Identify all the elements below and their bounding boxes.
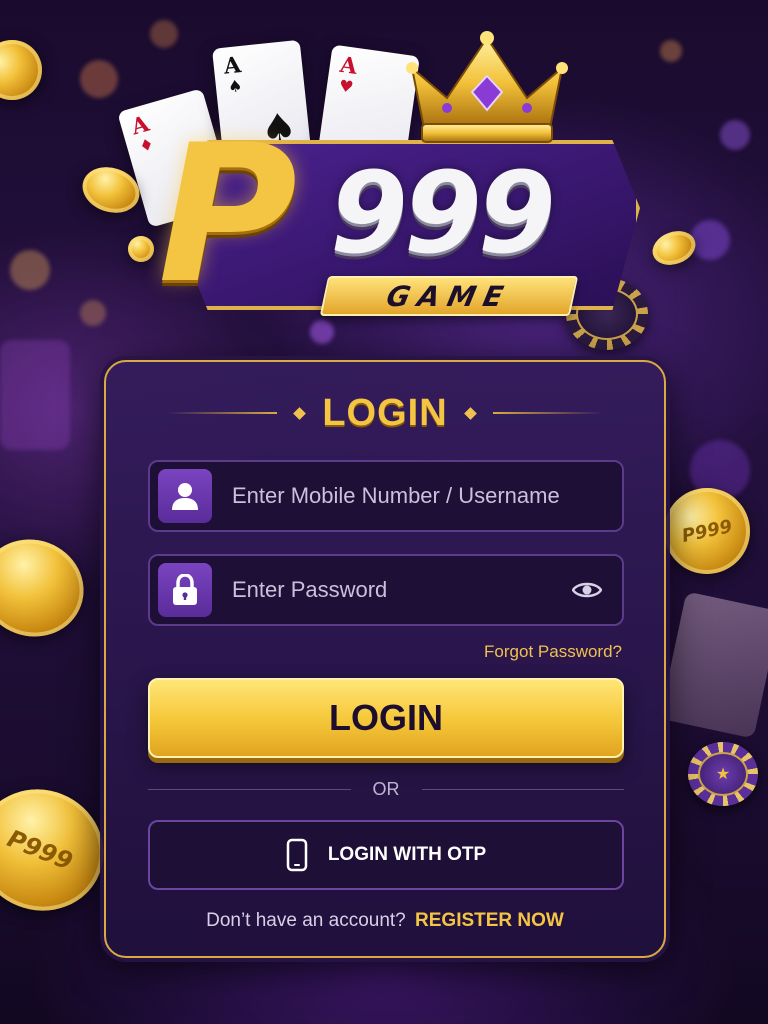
background-card bbox=[659, 591, 768, 739]
password-field bbox=[148, 554, 624, 626]
heart-suit-icon: ♥ bbox=[337, 75, 355, 97]
spade-suit-icon: ♠ bbox=[227, 76, 244, 97]
coin-text: P999 bbox=[3, 824, 77, 876]
bokeh-light bbox=[660, 40, 682, 62]
poker-chip-icon: ★ bbox=[688, 742, 758, 806]
star-icon: ★ bbox=[715, 766, 731, 783]
logo-subtitle-text: GAME bbox=[383, 279, 515, 313]
phone-icon bbox=[286, 838, 308, 872]
username-input[interactable] bbox=[212, 462, 622, 530]
title-divider-right bbox=[492, 412, 603, 414]
crown-icon bbox=[406, 31, 568, 143]
eye-icon[interactable] bbox=[562, 565, 612, 615]
user-icon bbox=[158, 469, 212, 523]
logo-subtitle: GAME bbox=[319, 276, 579, 316]
diamond-ornament-icon bbox=[293, 406, 307, 420]
username-field bbox=[148, 460, 624, 532]
register-now-link[interactable]: REGISTER NOW bbox=[415, 910, 564, 931]
coin-text: P999 bbox=[679, 515, 735, 547]
or-text: OR bbox=[372, 778, 400, 799]
login-button[interactable]: LOGIN bbox=[148, 678, 624, 758]
lock-icon bbox=[158, 563, 212, 617]
title-divider-left bbox=[167, 412, 278, 414]
bokeh-light bbox=[10, 250, 50, 290]
login-with-otp-button[interactable]: LOGIN WITH OTP bbox=[148, 820, 624, 890]
bokeh-light bbox=[690, 220, 730, 260]
gold-coin-icon bbox=[0, 31, 51, 109]
card-rank: A bbox=[222, 52, 243, 80]
otp-button-label: LOGIN WITH OTP bbox=[327, 844, 487, 865]
diamond-ornament-icon bbox=[463, 406, 477, 420]
bokeh-light bbox=[150, 20, 178, 48]
gold-coin-icon bbox=[0, 525, 98, 651]
page-title: LOGIN bbox=[322, 391, 448, 434]
divider-line bbox=[421, 788, 624, 790]
divider-line bbox=[148, 788, 351, 790]
panel-title-row: LOGIN bbox=[106, 390, 664, 436]
or-divider: OR bbox=[148, 776, 624, 802]
forgot-password-link[interactable]: Forgot Password? bbox=[484, 642, 622, 662]
p999-game-logo: P 999 GAME bbox=[140, 31, 660, 330]
card-rank: A bbox=[338, 51, 359, 80]
bokeh-light bbox=[720, 120, 750, 150]
bokeh-light bbox=[0, 340, 70, 450]
login-panel: LOGIN Forgot Pas bbox=[104, 360, 666, 958]
bokeh-light bbox=[80, 60, 118, 98]
register-row: Don’t have an account? REGISTER NOW bbox=[106, 910, 664, 932]
password-input[interactable] bbox=[212, 556, 562, 624]
gold-coin-icon: P999 bbox=[655, 479, 759, 583]
bokeh-light bbox=[80, 300, 106, 326]
register-prompt: Don’t have an account? bbox=[206, 910, 406, 931]
logo-number: 999 bbox=[330, 149, 556, 279]
logo-letter: P bbox=[158, 104, 297, 325]
